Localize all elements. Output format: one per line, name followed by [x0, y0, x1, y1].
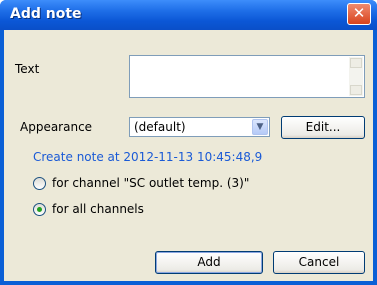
- window-title: Add note: [10, 6, 82, 22]
- radio-for-all-channels[interactable]: [33, 203, 46, 216]
- radio-selected-dot: [37, 207, 42, 212]
- chevron-down-icon[interactable]: ▼: [252, 119, 268, 135]
- radio-for-channel[interactable]: [33, 177, 46, 190]
- appearance-select[interactable]: (default) ▼: [129, 117, 270, 137]
- cancel-button[interactable]: Cancel: [273, 251, 365, 274]
- scroll-up-button[interactable]: [350, 58, 362, 68]
- close-button[interactable]: ✕: [347, 3, 371, 25]
- scroll-down-button[interactable]: [350, 85, 362, 95]
- appearance-value: (default): [134, 120, 186, 134]
- add-note-dialog: Add note ✕ Text Appearance (default) ▼ E…: [0, 0, 377, 285]
- title-bar[interactable]: Add note ✕: [0, 0, 377, 30]
- dialog-body: Text Appearance (default) ▼ Edit... Crea…: [4, 30, 373, 281]
- text-label: Text: [15, 62, 40, 76]
- add-button[interactable]: Add: [155, 251, 263, 274]
- create-note-info: Create note at 2012-11-13 10:45:48,9: [33, 150, 263, 164]
- note-text-input[interactable]: [129, 55, 365, 98]
- appearance-label: Appearance: [20, 120, 93, 134]
- radio-for-all-channels-label[interactable]: for all channels: [52, 202, 144, 216]
- edit-button[interactable]: Edit...: [281, 116, 365, 139]
- radio-for-channel-label[interactable]: for channel "SC outlet temp. (3)": [52, 176, 249, 190]
- text-scrollbar[interactable]: [349, 57, 363, 96]
- close-icon: ✕: [352, 4, 366, 22]
